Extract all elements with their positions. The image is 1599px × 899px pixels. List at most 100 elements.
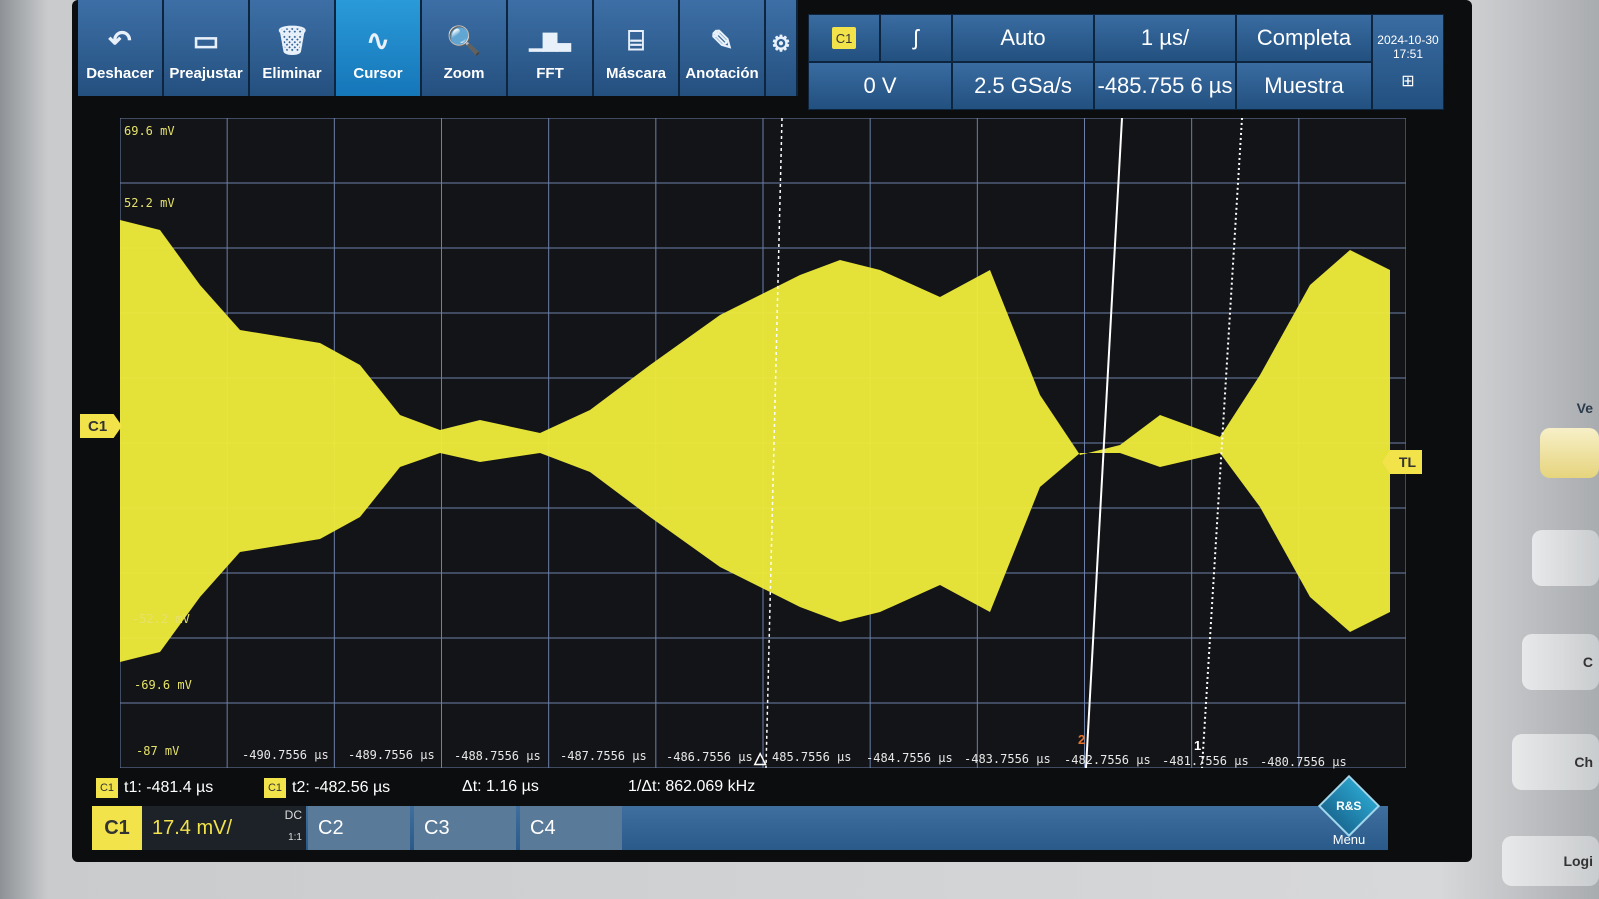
timebase[interactable]: 1 µs/: [1094, 14, 1236, 62]
x-label-5: -486.7556 µs: [666, 750, 753, 764]
network-icon: ⊞: [1401, 73, 1415, 90]
preset-icon: ▭: [192, 25, 220, 56]
cursor-readout: C1 t1: -481.4 µs C1 t2: -482.56 µs Δt: 1.1…: [90, 772, 1390, 806]
side-button-logic[interactable]: Logi: [1502, 836, 1599, 886]
y-label-5: -87 mV: [136, 744, 180, 758]
y-label-4: -69.6 mV: [134, 678, 192, 692]
delta-t-value: Δt: 1.16 µs: [462, 778, 539, 795]
t2-readout[interactable]: C1 t2: -482.56 µs: [264, 778, 390, 798]
rising-edge-icon: ʃ: [913, 25, 919, 50]
fft-label: FFT: [536, 65, 564, 82]
zoom-label: Zoom: [443, 65, 485, 82]
channel-c1-scale-value: 17.4 mV/: [152, 816, 233, 839]
channel-c2-label: C2: [318, 816, 344, 839]
t1-value: t1: -481.4 µs: [124, 779, 214, 796]
cursor-1-marker[interactable]: 1: [1194, 738, 1201, 753]
trigger-level[interactable]: 0 V: [808, 62, 952, 110]
preset-label: Preajustar: [169, 65, 243, 82]
x-label-10: -481.7556 µs: [1162, 754, 1249, 768]
undo-icon: ↶: [108, 25, 132, 56]
undo-label: Deshacer: [86, 65, 154, 82]
trigger-mode[interactable]: Auto: [952, 14, 1094, 62]
delta-t-readout: Δt: 1.16 µs: [462, 778, 539, 796]
trigger-level-value: 0 V: [863, 73, 897, 98]
x-label-3: -488.7556 µs: [454, 749, 541, 763]
horizontal-position[interactable]: -485.755 6 µs: [1094, 62, 1236, 110]
gear-icon: ⚙: [771, 31, 791, 56]
channel-c4-button[interactable]: C4: [520, 806, 622, 850]
channel-c3-button[interactable]: C3: [414, 806, 516, 850]
cursor-2-marker[interactable]: 2: [1078, 732, 1085, 747]
sample-rate-value: 2.5 GSa/s: [974, 73, 1072, 98]
mask-button[interactable]: ⌸ Máscara: [594, 0, 680, 96]
cursor-button[interactable]: ∿ Cursor: [336, 0, 422, 96]
mask-label: Máscara: [605, 65, 667, 82]
mask-icon: ⌸: [627, 25, 645, 56]
trigger-slope-cell[interactable]: ʃ: [880, 14, 952, 62]
channel-c3-label: C3: [424, 816, 450, 839]
x-label-4: -487.7556 µs: [560, 749, 647, 763]
channel-c1-scale[interactable]: 17.4 mV/ DC 1:1: [142, 806, 306, 850]
datetime-cell: 2024-10-30 17:51 ⊞: [1372, 14, 1444, 110]
trigger-source-cell[interactable]: C1: [808, 14, 880, 62]
side-button-ch[interactable]: Ch: [1512, 734, 1599, 790]
cursor-label: Cursor: [353, 65, 403, 82]
zoom-icon: 🔍: [446, 25, 482, 56]
channel-bar: C1 17.4 mV/ DC 1:1 C2 C3 C4: [92, 806, 1388, 850]
inverse-delta-t-value: 1/Δt: 862.069 kHz: [628, 778, 756, 795]
trigger-source-badge: C1: [832, 27, 856, 49]
y-label-2: 52.2 mV: [124, 196, 175, 210]
x-label-8: -483.7556 µs: [964, 752, 1051, 766]
trigger-position-marker[interactable]: △: [754, 748, 766, 768]
channel-c1-probe: 1:1: [288, 832, 302, 843]
x-label-2: -489.7556 µs: [348, 748, 435, 762]
trash-icon: 🗑: [274, 25, 310, 56]
delete-button[interactable]: 🗑 Eliminar: [250, 0, 336, 96]
acquisition-mode-value: Muestra: [1264, 73, 1344, 98]
undo-button[interactable]: ↶ Deshacer: [78, 0, 164, 96]
horizontal-position-value: -485.755 6 µs: [1097, 73, 1233, 98]
menu-button[interactable]: R&S Menu: [1316, 774, 1382, 852]
acquisition-mode[interactable]: Muestra: [1236, 62, 1372, 110]
side-yellow-button[interactable]: [1540, 428, 1599, 478]
delete-label: Eliminar: [262, 65, 322, 82]
channel-c1-label: C1: [104, 816, 130, 839]
x-label-1: -490.7556 µs: [242, 748, 329, 762]
channel-c1-button[interactable]: C1: [92, 806, 142, 850]
preset-button[interactable]: ▭ Preajustar: [164, 0, 250, 96]
annotation-button[interactable]: ✎ Anotación: [680, 0, 766, 96]
cursor-wave-icon: ∿: [366, 25, 390, 56]
t1-readout[interactable]: C1 t1: -481.4 µs: [96, 778, 213, 798]
t2-badge: C1: [264, 778, 286, 798]
sample-rate[interactable]: 2.5 GSa/s: [952, 62, 1094, 110]
zoom-button[interactable]: 🔍 Zoom: [422, 0, 508, 96]
settings-button[interactable]: ⚙: [766, 0, 798, 96]
side-button-c[interactable]: C: [1522, 634, 1599, 690]
trigger-level-tag[interactable]: TL: [1382, 450, 1422, 474]
channel-offset-tag[interactable]: C1: [80, 414, 122, 438]
t1-badge: C1: [96, 778, 118, 798]
waveform-display[interactable]: 69.6 mV 52.2 mV -52.2 mV -69.6 mV -87 mV…: [120, 118, 1406, 769]
x-label-9: -482.7556 µs: [1064, 753, 1151, 767]
x-label-6: 485.7556 µs: [772, 750, 852, 764]
side-button-1[interactable]: [1532, 530, 1599, 586]
time: 17:51: [1392, 47, 1424, 61]
x-label-11: -480.7556 µs: [1260, 755, 1347, 769]
toolbar: ↶ Deshacer ▭ Preajustar 🗑 Eliminar ∿ Cursor …: [78, 0, 798, 96]
timebase-value: 1 µs/: [1140, 25, 1190, 50]
y-label-3: -52.2 mV: [132, 612, 190, 626]
signal-envelope: [120, 220, 1390, 662]
inverse-delta-t-readout: 1/Δt: 862.069 kHz: [628, 778, 755, 796]
t2-value: t2: -482.56 µs: [292, 779, 391, 796]
acquisition[interactable]: Completa: [1236, 14, 1372, 62]
x-label-7: -484.7556 µs: [866, 751, 953, 765]
channel-c2-button[interactable]: C2: [308, 806, 410, 850]
y-label-1: 69.6 mV: [124, 124, 175, 138]
acquisition-value: Completa: [1256, 25, 1352, 50]
annotation-label: Anotación: [685, 65, 759, 82]
rs-logo-icon: R&S: [1317, 774, 1381, 838]
status-panel: C1 ʃ 0 V Auto 2.5 GSa/s 1 µs/ -485.755 6…: [808, 14, 1444, 128]
fft-icon: ▁▇▃: [529, 31, 571, 51]
fft-button[interactable]: ▁▇▃ FFT: [508, 0, 594, 96]
pencil-icon: ✎: [710, 25, 734, 56]
